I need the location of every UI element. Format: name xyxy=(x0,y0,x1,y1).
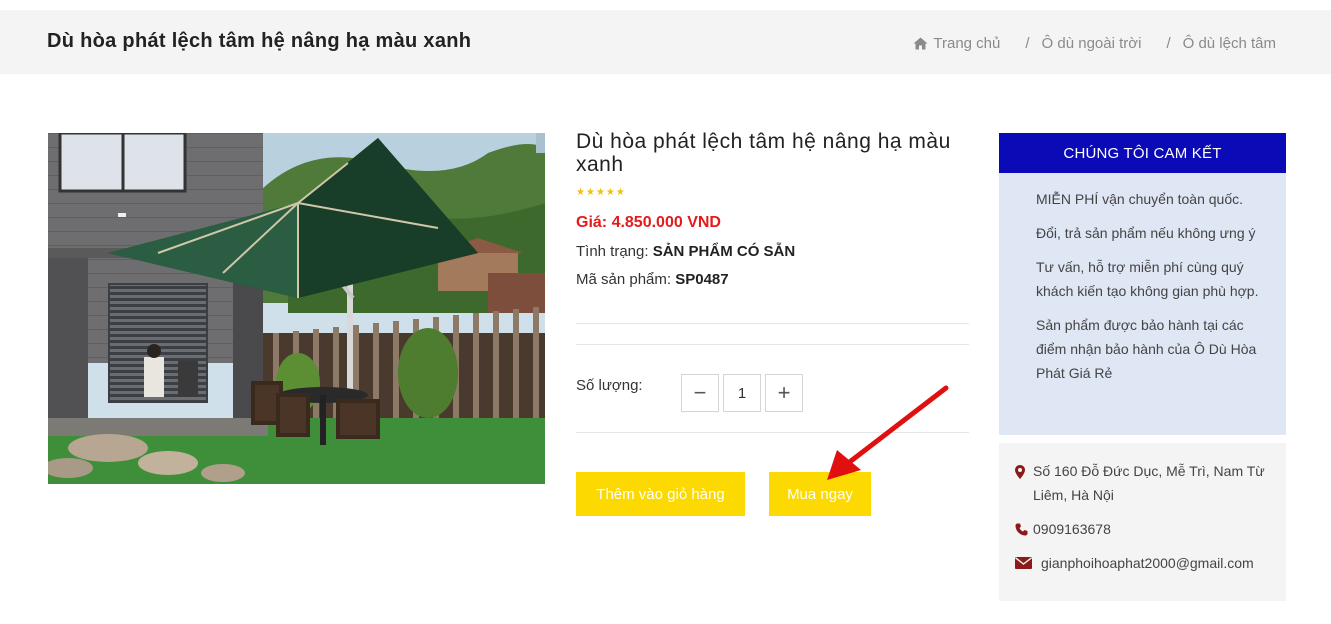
quantity-label: Số lượng: xyxy=(576,377,643,394)
breadcrumb-outdoor-umbrella-link[interactable]: Ô dù ngoài trời xyxy=(1042,35,1142,52)
breadcrumb-offset-umbrella-link[interactable]: Ô dù lệch tâm xyxy=(1183,35,1276,52)
contact-box: Số 160 Đỗ Đức Dục, Mễ Trì, Nam Từ Liêm, … xyxy=(999,443,1286,601)
star-icon: ★ xyxy=(615,187,625,198)
quantity-increase-button[interactable]: + xyxy=(765,374,803,412)
product-image[interactable] xyxy=(48,133,545,484)
commitment-list: MIỄN PHÍ vận chuyển toàn quốc. Đổi, trả … xyxy=(999,173,1286,385)
divider xyxy=(576,344,969,345)
breadcrumb-separator: / xyxy=(1025,35,1030,52)
page-header-bar: Dù hòa phát lệch tâm hệ nâng hạ màu xanh… xyxy=(0,10,1331,74)
breadcrumb: Trang chủ / Ô dù ngoài trời / Ô dù lệch … xyxy=(913,35,1276,52)
star-icon: ★ xyxy=(605,187,615,198)
product-info: Dù hòa phát lệch tâm hệ nâng hạ màu xanh… xyxy=(576,130,969,288)
commitment-item: Sản phẩm được bảo hành tại các điểm nhận… xyxy=(1036,317,1257,381)
star-icon: ★ xyxy=(585,187,595,198)
contact-phone: 0909163678 xyxy=(1015,517,1274,541)
stock-status: Tình trạng: SẢN PHẨM CÓ SẴN xyxy=(576,243,969,260)
quantity-decrease-button[interactable]: − xyxy=(681,374,719,412)
product-sku: Mã sản phẩm: SP0487 xyxy=(576,271,969,288)
sku-label: Mã sản phẩm: xyxy=(576,271,676,288)
sku-value: SP0487 xyxy=(675,271,729,288)
quantity-stepper: − 1 + xyxy=(681,374,803,412)
envelope-icon xyxy=(1015,551,1041,569)
star-icon: ★ xyxy=(576,187,585,198)
product-price: Giá: 4.850.000 VND xyxy=(576,214,721,231)
home-icon xyxy=(913,37,928,50)
contact-phone-text[interactable]: 0909163678 xyxy=(1033,517,1111,541)
commitment-item: MIỄN PHÍ vận chuyển toàn quốc. xyxy=(1036,191,1243,207)
contact-address-text: Số 160 Đỗ Đức Dục, Mễ Trì, Nam Từ Liêm, … xyxy=(1033,463,1265,503)
divider xyxy=(576,432,969,433)
commitment-box: CHÚNG TÔI CAM KẾT MIỄN PHÍ vận chuyển to… xyxy=(999,133,1286,435)
contact-email: gianphoihoaphat2000@gmail.com xyxy=(1015,551,1274,575)
stock-status-label: Tình trạng: xyxy=(576,243,653,260)
breadcrumb-separator: / xyxy=(1166,35,1171,52)
stock-status-value: SẢN PHẨM CÓ SẴN xyxy=(652,243,796,260)
phone-icon xyxy=(1015,517,1033,536)
commitment-heading: CHÚNG TÔI CAM KẾT xyxy=(999,133,1286,173)
divider xyxy=(576,323,969,324)
product-name: Dù hòa phát lệch tâm hệ nâng hạ màu xanh xyxy=(576,130,951,176)
commitment-item: Tư vấn, hỗ trợ miễn phí cùng quý khách k… xyxy=(1036,259,1259,299)
quantity-input[interactable]: 1 xyxy=(723,374,761,412)
contact-email-text[interactable]: gianphoihoaphat2000@gmail.com xyxy=(1041,551,1254,575)
star-icon: ★ xyxy=(595,187,605,198)
rating-stars: ★ ★ ★ ★ ★ xyxy=(576,188,969,198)
contact-address: Số 160 Đỗ Đức Dục, Mễ Trì, Nam Từ Liêm, … xyxy=(1015,459,1274,507)
page-title: Dù hòa phát lệch tâm hệ nâng hạ màu xanh xyxy=(47,30,472,52)
breadcrumb-home-link[interactable]: Trang chủ xyxy=(933,35,1000,52)
map-marker-icon xyxy=(1015,459,1033,479)
commitment-item: Đổi, trả sản phẩm nếu không ưng ý xyxy=(1036,225,1256,241)
add-to-cart-button[interactable]: Thêm vào giỏ hàng xyxy=(576,472,745,516)
buy-now-button[interactable]: Mua ngay xyxy=(769,472,871,516)
